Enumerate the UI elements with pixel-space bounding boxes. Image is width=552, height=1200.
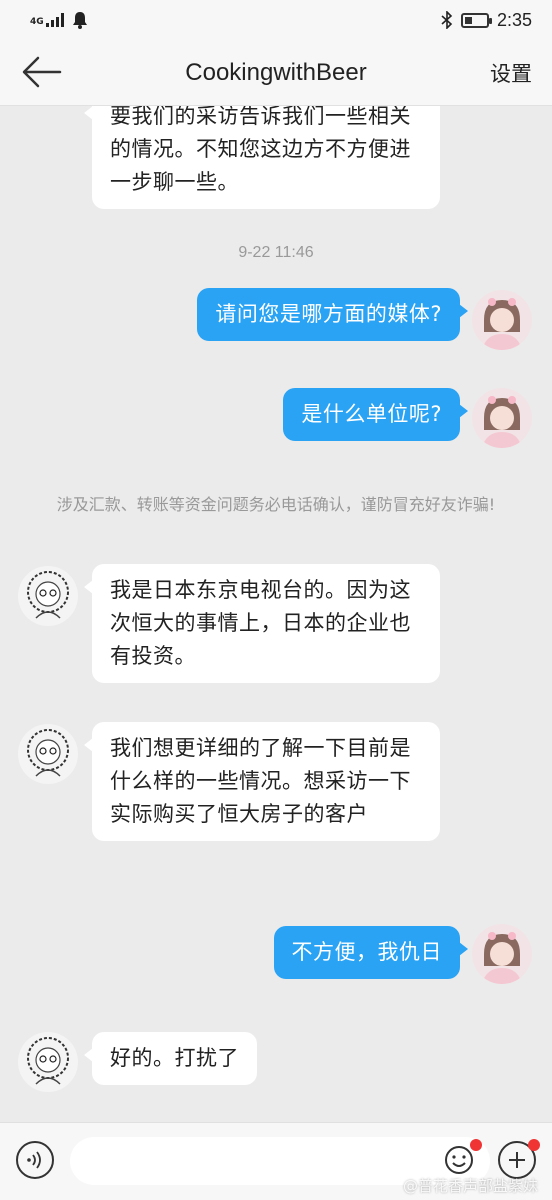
message-text: 要我们的采访告诉我们一些相关的情况。不知您这边方不方便进一步聊一些。 xyxy=(110,106,411,194)
safety-notice: 涉及汇款、转账等资金问题务必电话确认，谨防冒充好友诈骗! xyxy=(56,495,496,514)
contact-avatar[interactable] xyxy=(18,566,78,626)
status-bar: 4G 2:35 xyxy=(0,0,552,40)
watermark: @普花香声部盐紫妹 xyxy=(402,1177,538,1195)
user-avatar-image xyxy=(472,290,532,350)
voice-input-button[interactable] xyxy=(16,1141,54,1179)
status-left: 4G xyxy=(30,11,88,29)
chat-title: CookingwithBeer xyxy=(185,58,367,86)
message-list[interactable]: 要我们的采访告诉我们一些相关的情况。不知您这边方不方便进一步聊一些。 9-22 … xyxy=(0,106,552,1122)
back-button[interactable] xyxy=(22,54,62,90)
contact-avatar-image xyxy=(18,566,78,626)
voice-icon xyxy=(27,1151,41,1169)
my-avatar[interactable] xyxy=(472,388,532,448)
status-time: 2:35 xyxy=(496,9,532,30)
network-type: 4G xyxy=(30,17,44,27)
message-text: 请问您是哪方面的媒体? xyxy=(215,302,442,326)
message-text: 我们想更详细的了解一下目前是什么样的一些情况。想采访一下实际购买了恒大房子的客户 xyxy=(110,736,411,826)
incoming-message[interactable]: 我是日本东京电视台的。因为这次恒大的事情上，日本的企业也有投资。 xyxy=(84,564,440,683)
contact-avatar-image xyxy=(18,724,78,784)
outgoing-message[interactable]: 不方便，我仇日 xyxy=(273,926,468,979)
message-timestamp: 9-22 11:46 xyxy=(238,244,314,261)
signal-icon xyxy=(45,13,64,27)
network-indicator: 4G xyxy=(30,13,64,27)
emoji-notification-dot xyxy=(470,1139,482,1151)
user-avatar-image xyxy=(472,388,532,448)
input-bar: @普花香声部盐紫妹 xyxy=(0,1122,552,1200)
incoming-message[interactable]: 好的。打扰了 xyxy=(84,1032,257,1085)
plus-icon xyxy=(509,1152,525,1168)
my-avatar[interactable] xyxy=(472,924,532,984)
message-text: 是什么单位呢? xyxy=(301,402,442,426)
contact-avatar-image xyxy=(18,1032,78,1092)
message-text: 不方便，我仇日 xyxy=(291,940,442,964)
battery-icon xyxy=(460,12,492,28)
user-avatar-image xyxy=(472,924,532,984)
message-text: 好的。打扰了 xyxy=(110,1046,239,1070)
outgoing-message[interactable]: 是什么单位呢? xyxy=(283,388,468,441)
contact-avatar[interactable] xyxy=(18,1032,78,1092)
contact-avatar[interactable] xyxy=(18,724,78,784)
message-text: 我是日本东京电视台的。因为这次恒大的事情上，日本的企业也有投资。 xyxy=(110,578,411,668)
settings-button[interactable]: 设置 xyxy=(490,58,532,88)
incoming-message[interactable]: 要我们的采访告诉我们一些相关的情况。不知您这边方不方便进一步聊一些。 xyxy=(84,106,440,209)
status-right: 2:35 xyxy=(441,10,532,31)
back-arrow-icon xyxy=(22,56,62,88)
more-options-button[interactable] xyxy=(498,1139,540,1179)
emoji-button[interactable] xyxy=(442,1139,482,1177)
notification-bell-icon xyxy=(72,12,87,29)
chat-header: CookingwithBeer 设置 xyxy=(0,40,552,106)
plus-notification-dot xyxy=(528,1139,540,1151)
incoming-message[interactable]: 我们想更详细的了解一下目前是什么样的一些情况。想采访一下实际购买了恒大房子的客户 xyxy=(84,722,440,841)
my-avatar[interactable] xyxy=(472,290,532,350)
outgoing-message[interactable]: 请问您是哪方面的媒体? xyxy=(197,288,468,341)
bluetooth-icon xyxy=(441,11,453,29)
